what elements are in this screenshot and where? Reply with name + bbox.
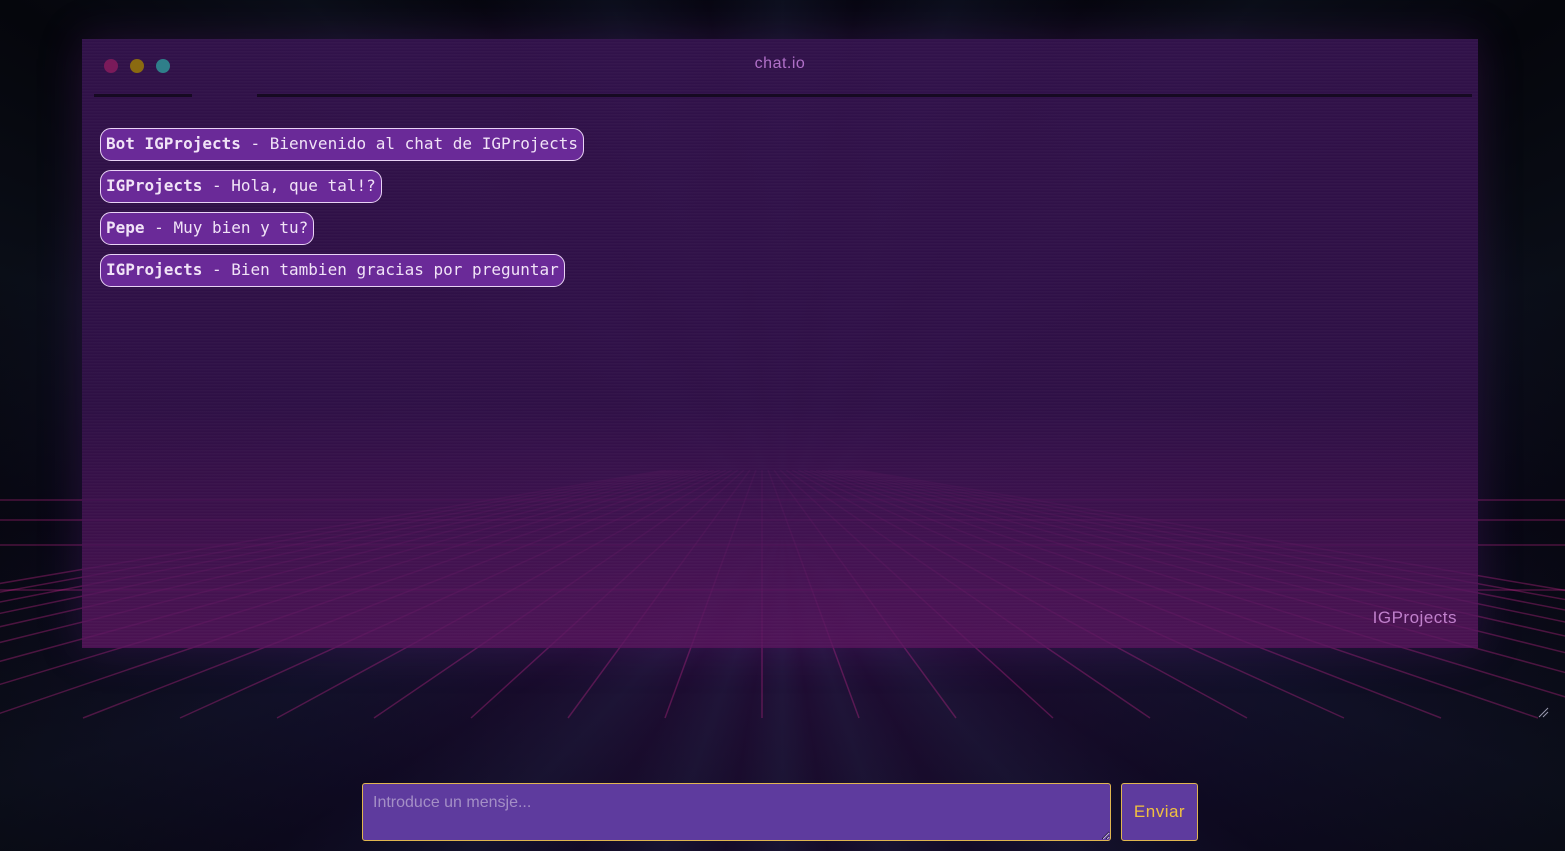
message-author: Pepe (106, 218, 145, 237)
message-text: Bienvenido al chat de IGProjects (269, 134, 579, 153)
message-separator: - (240, 134, 270, 153)
brand-label: IGProjects (1372, 608, 1457, 627)
message-separator: - (144, 218, 174, 237)
chat-message: Bot IGProjects - Bienvenido al chat de I… (100, 128, 585, 161)
titlebar-divider (257, 94, 1472, 97)
list-item: IGProjects - Hola, que tal!? (100, 170, 584, 212)
message-text: Bien tambien gracias por preguntar (231, 260, 559, 279)
message-author: Bot IGProjects (106, 134, 241, 153)
message-author: IGProjects (106, 260, 203, 279)
message-separator: - (202, 176, 232, 195)
chat-message: IGProjects - Bien tambien gracias por pr… (100, 254, 565, 287)
chat-window: chat.io Bot IGProjects - Bienvenido al c… (82, 39, 1478, 648)
message-text: Muy bien y tu? (173, 218, 309, 237)
chat-message: Pepe - Muy bien y tu? (100, 212, 315, 245)
message-separator: - (202, 260, 232, 279)
send-button[interactable]: Enviar (1121, 783, 1198, 841)
message-author: IGProjects (106, 176, 203, 195)
message-input[interactable] (362, 783, 1111, 841)
titlebar-divider (94, 94, 192, 97)
window-title: chat.io (754, 55, 806, 72)
list-item: Pepe - Muy bien y tu? (100, 212, 584, 254)
message-text: Hola, que tal!? (231, 176, 376, 195)
list-item: Bot IGProjects - Bienvenido al chat de I… (100, 128, 585, 170)
list-item: IGProjects - Bien tambien gracias por pr… (100, 254, 584, 296)
resize-grip-icon[interactable] (1537, 706, 1549, 718)
message-list: Bot IGProjects - Bienvenido al chat de I… (100, 128, 585, 296)
window-titlebar: chat.io (82, 39, 1478, 95)
chat-message: IGProjects - Hola, que tal!? (100, 170, 382, 203)
